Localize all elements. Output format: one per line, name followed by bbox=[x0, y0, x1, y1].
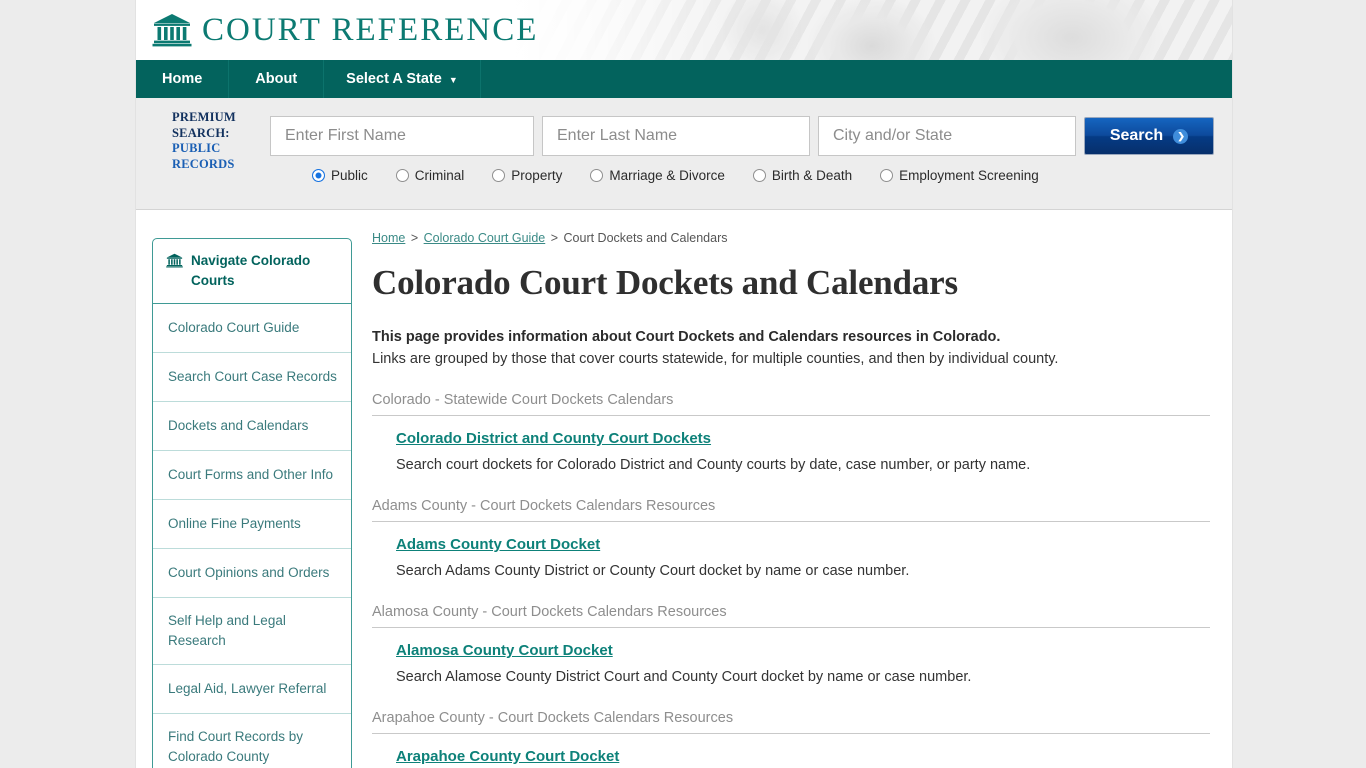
radio-icon-birth-death bbox=[752, 169, 766, 182]
resource-item: Arapahoe County Court Docket bbox=[372, 748, 1216, 768]
section-heading-arapahoe-county: Arapahoe County - Court Dockets Calendar… bbox=[372, 710, 1210, 734]
resource-description: Search court dockets for Colorado Distri… bbox=[396, 457, 1031, 473]
breadcrumb-link-home[interactable]: Home bbox=[372, 231, 405, 245]
nav-item-about[interactable]: About bbox=[229, 60, 325, 98]
last-name-input[interactable] bbox=[542, 116, 810, 156]
courthouse-icon bbox=[166, 253, 183, 268]
premium-search-label: PREMIUM SEARCH: PUBLIC RECORDS bbox=[172, 110, 268, 172]
premium-search-label-line1: PREMIUM bbox=[172, 110, 236, 124]
masthead-column-image bbox=[512, 0, 1232, 60]
sidebar-item-search-court-case-records[interactable]: Search Court Case Records bbox=[153, 353, 351, 402]
radio-icon-marriage-divorce bbox=[590, 169, 604, 182]
page-title: Colorado Court Dockets and Calendars bbox=[372, 263, 958, 302]
premium-search-label-line2: SEARCH: bbox=[172, 125, 230, 140]
site-masthead: COURT REFERENCE bbox=[136, 0, 1232, 60]
radio-label-public: Public bbox=[331, 168, 368, 183]
section-heading-statewide: Colorado - Statewide Court Dockets Calen… bbox=[372, 392, 1210, 416]
sidebar-header-label: Navigate Colorado Courts bbox=[191, 253, 311, 288]
chevron-down-icon: ▼ bbox=[448, 75, 458, 85]
nav-item-home-label: Home bbox=[162, 71, 203, 87]
nav-item-select-a-state-label: Select A State bbox=[346, 71, 442, 87]
search-button[interactable]: Search ❯ bbox=[1084, 117, 1214, 155]
radio-label-property: Property bbox=[511, 168, 563, 183]
sidebar-navigate-colorado-courts: Navigate Colorado Courts Colorado Court … bbox=[152, 238, 352, 768]
resource-link-colorado-district-and-county-court-dockets[interactable]: Colorado District and County Court Docke… bbox=[396, 430, 711, 447]
resource-link-adams-county-court-docket[interactable]: Adams County Court Docket bbox=[396, 536, 600, 553]
site-brand-text: COURT REFERENCE bbox=[202, 11, 539, 48]
sidebar-item-find-court-records-by-colorado-county[interactable]: Find Court Records by Colorado County bbox=[153, 714, 351, 768]
sidebar-item-court-opinions-and-orders[interactable]: Court Opinions and Orders bbox=[153, 549, 351, 598]
intro-sub-text: Links are grouped by those that cover co… bbox=[372, 351, 1059, 367]
radio-option-birth-death[interactable]: Birth & Death bbox=[752, 168, 853, 183]
section-heading-adams-county: Adams County - Court Dockets Calendars R… bbox=[372, 498, 1210, 522]
resource-item: Adams County Court Docket Search Adams C… bbox=[372, 536, 1216, 582]
first-name-input[interactable] bbox=[270, 116, 534, 156]
sidebar-item-court-forms-and-other-info[interactable]: Court Forms and Other Info bbox=[153, 451, 351, 500]
premium-search-bar: PREMIUM SEARCH: PUBLIC RECORDS Search ❯ … bbox=[136, 98, 1232, 210]
radio-option-marriage-divorce[interactable]: Marriage & Divorce bbox=[590, 168, 725, 183]
radio-option-criminal[interactable]: Criminal bbox=[395, 168, 465, 183]
radio-icon-property bbox=[492, 169, 506, 182]
premium-search-label-line4: RECORDS bbox=[172, 156, 235, 171]
radio-label-employment-screening: Employment Screening bbox=[899, 168, 1039, 183]
breadcrumb-link-colorado-court-guide[interactable]: Colorado Court Guide bbox=[424, 231, 546, 245]
radio-option-property[interactable]: Property bbox=[492, 168, 562, 183]
breadcrumb: Home > Colorado Court Guide > Court Dock… bbox=[372, 230, 1216, 246]
breadcrumb-separator-2: > bbox=[550, 231, 559, 245]
breadcrumb-current: Court Dockets and Calendars bbox=[563, 231, 728, 245]
sidebar-item-legal-aid-lawyer-referral[interactable]: Legal Aid, Lawyer Referral bbox=[153, 665, 351, 714]
radio-label-criminal: Criminal bbox=[414, 168, 465, 183]
sidebar-item-online-fine-payments[interactable]: Online Fine Payments bbox=[153, 500, 351, 549]
city-state-input[interactable] bbox=[818, 116, 1076, 156]
courthouse-icon bbox=[152, 14, 192, 47]
section-heading-alamosa-county: Alamosa County - Court Dockets Calendars… bbox=[372, 604, 1210, 628]
sidebar-item-colorado-court-guide[interactable]: Colorado Court Guide bbox=[153, 304, 351, 353]
intro-strong-text: This page provides information about Cou… bbox=[372, 329, 1001, 345]
sidebar-item-dockets-and-calendars[interactable]: Dockets and Calendars bbox=[153, 402, 351, 451]
radio-icon-employment-screening bbox=[880, 169, 894, 182]
main-content: Home > Colorado Court Guide > Court Dock… bbox=[372, 228, 1216, 768]
resource-description: Search Adams County District or County C… bbox=[396, 563, 910, 579]
nav-item-select-a-state[interactable]: Select A State ▼ bbox=[324, 60, 481, 98]
radio-icon-criminal bbox=[395, 169, 409, 182]
chevron-right-icon: ❯ bbox=[1173, 128, 1189, 144]
browser-viewport: COURT REFERENCE Home About Select A Stat… bbox=[0, 0, 1366, 768]
sidebar-item-self-help-and-legal-research[interactable]: Self Help and Legal Research bbox=[153, 598, 351, 665]
page-body: Navigate Colorado Courts Colorado Court … bbox=[136, 210, 1232, 768]
site-logo[interactable]: COURT REFERENCE bbox=[136, 0, 538, 60]
nav-item-home[interactable]: Home bbox=[136, 60, 230, 98]
main-navigation: Home About Select A State ▼ bbox=[136, 60, 1232, 98]
resource-item: Colorado District and County Court Docke… bbox=[372, 430, 1216, 476]
premium-search-label-line3: PUBLIC bbox=[172, 141, 221, 155]
sidebar-header: Navigate Colorado Courts bbox=[153, 239, 351, 304]
nav-item-about-label: About bbox=[255, 71, 298, 87]
resource-description: Search Alamose County District Court and… bbox=[396, 669, 972, 685]
premium-search-fields: Search ❯ bbox=[270, 116, 1214, 156]
resource-link-arapahoe-county-court-docket[interactable]: Arapahoe County Court Docket bbox=[396, 748, 619, 765]
resource-link-alamosa-county-court-docket[interactable]: Alamosa County Court Docket bbox=[396, 642, 613, 659]
radio-option-public[interactable]: Public bbox=[312, 168, 368, 183]
resource-item: Alamosa County Court Docket Search Alamo… bbox=[372, 642, 1216, 688]
radio-icon-public bbox=[312, 169, 325, 182]
search-category-radios: Public Criminal Property Marriage & Divo… bbox=[312, 168, 1039, 183]
search-button-label: Search bbox=[1109, 127, 1164, 144]
radio-label-marriage-divorce: Marriage & Divorce bbox=[609, 168, 725, 183]
radio-label-birth-death: Birth & Death bbox=[771, 168, 853, 183]
radio-option-employment-screening[interactable]: Employment Screening bbox=[880, 168, 1039, 183]
site-container: COURT REFERENCE Home About Select A Stat… bbox=[136, 0, 1232, 768]
breadcrumb-separator-1: > bbox=[410, 231, 419, 245]
